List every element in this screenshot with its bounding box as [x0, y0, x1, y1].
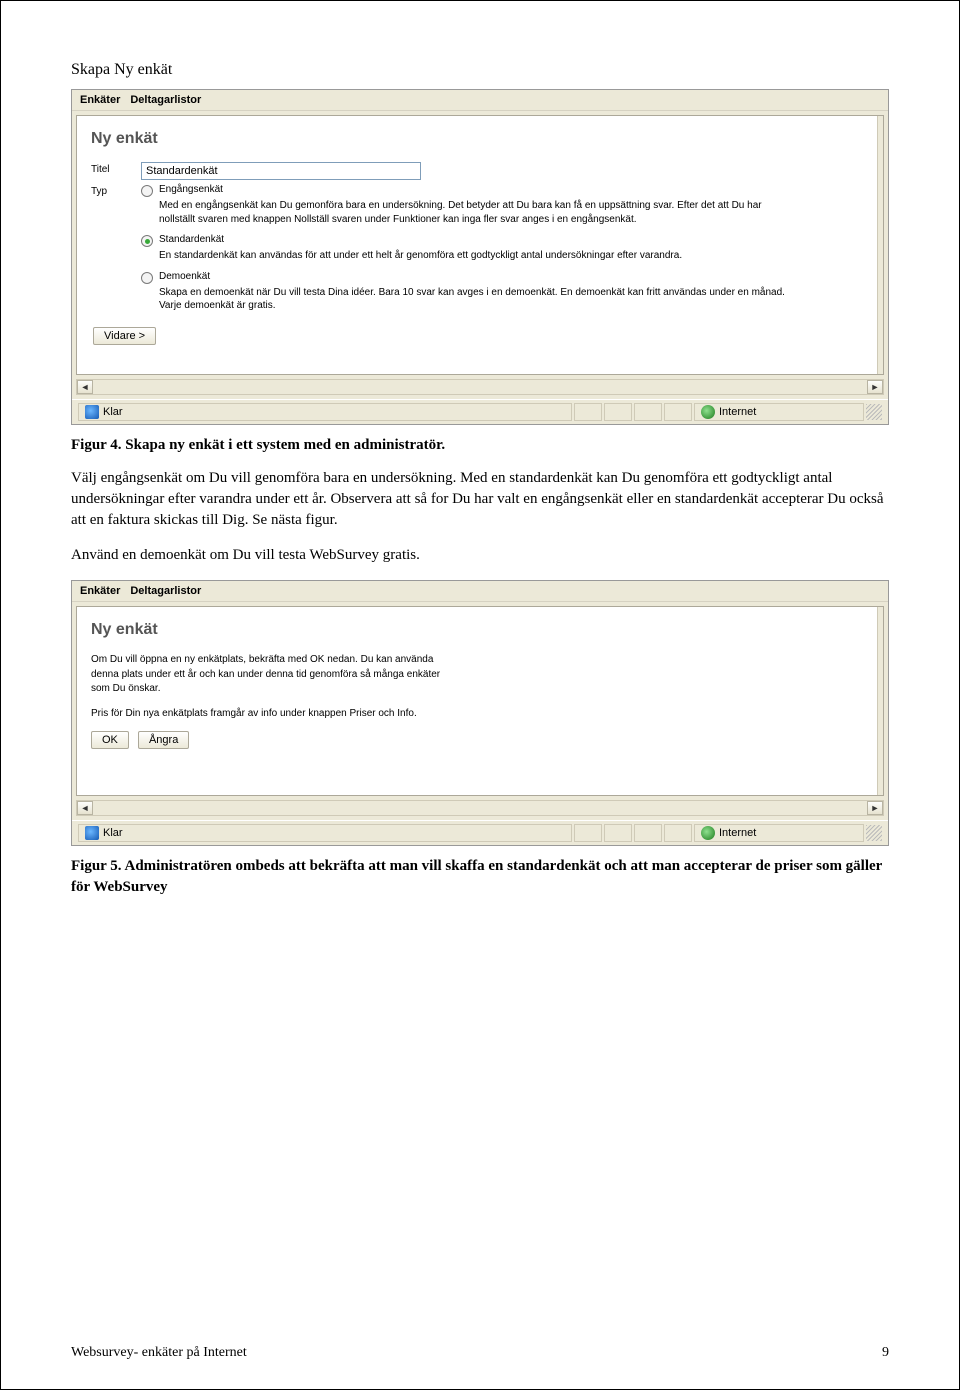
- vidare-button[interactable]: Vidare >: [93, 327, 156, 345]
- scroll-left-icon[interactable]: ◄: [77, 380, 93, 394]
- heading-ny-enkat: Ny enkät: [91, 621, 869, 639]
- radio-icon: [141, 235, 153, 247]
- frame-edge: [877, 607, 883, 795]
- confirm-text-2: Pris för Din nya enkätplats framgår av i…: [91, 707, 461, 722]
- scroll-right-icon[interactable]: ►: [867, 380, 883, 394]
- radio-icon: [141, 185, 153, 197]
- heading-ny-enkat: Ny enkät: [91, 130, 869, 148]
- input-titel[interactable]: [141, 162, 421, 180]
- ok-button[interactable]: OK: [91, 731, 129, 749]
- page-footer: Websurvey- enkäter på Internet 9: [71, 1345, 889, 1361]
- label-titel: Titel: [91, 162, 141, 175]
- screenshot-create-survey: Enkäter Deltagarlistor Ny enkät Titel Ty…: [71, 89, 889, 425]
- desc-standardenkat: En standardenkät kan användas för att un…: [159, 249, 799, 263]
- body-paragraph-2: Använd en demoenkät om Du vill testa Web…: [71, 545, 889, 566]
- resize-grip-icon[interactable]: [866, 825, 882, 841]
- radio-icon: [141, 272, 153, 284]
- status-internet: Internet: [719, 827, 756, 839]
- content-area: Ny enkät Om Du vill öppna en ny enkätpla…: [76, 606, 884, 796]
- internet-zone-icon: [701, 826, 715, 840]
- status-bar: Klar Internet: [72, 399, 888, 424]
- figure5-caption: Figur 5. Administratören ombeds att bekr…: [71, 856, 889, 898]
- menu-enkater[interactable]: Enkäter: [80, 94, 120, 106]
- screenshot-confirm-survey: Enkäter Deltagarlistor Ny enkät Om Du vi…: [71, 580, 889, 846]
- status-internet: Internet: [719, 406, 756, 418]
- ie-page-icon: [85, 826, 99, 840]
- radio-engangsenkat[interactable]: Engångsenkät: [141, 184, 869, 197]
- label-typ: Typ: [91, 184, 141, 197]
- status-bar: Klar Internet: [72, 820, 888, 845]
- footer-page-number: 9: [882, 1345, 889, 1361]
- scroll-right-icon[interactable]: ►: [867, 801, 883, 815]
- menu-deltagarlistor[interactable]: Deltagarlistor: [130, 585, 201, 597]
- menubar: Enkäter Deltagarlistor: [72, 90, 888, 111]
- horizontal-scrollbar[interactable]: ◄ ►: [76, 800, 884, 816]
- horizontal-scrollbar[interactable]: ◄ ►: [76, 379, 884, 395]
- radio-label: Demoenkät: [159, 271, 210, 282]
- confirm-text-1: Om Du vill öppna en ny enkätplats, bekrä…: [91, 653, 461, 697]
- menu-deltagarlistor[interactable]: Deltagarlistor: [130, 94, 201, 106]
- radio-label: Standardenkät: [159, 234, 224, 245]
- radio-demoenkat[interactable]: Demoenkät: [141, 271, 869, 284]
- figure4-caption: Figur 4. Skapa ny enkät i ett system med…: [71, 435, 889, 456]
- radio-standardenkat[interactable]: Standardenkät: [141, 234, 869, 247]
- content-area: Ny enkät Titel Typ Engångsenkät Med en e…: [76, 115, 884, 375]
- desc-engangsenkat: Med en engångsenkät kan Du gemonföra bar…: [159, 199, 799, 226]
- page-title: Skapa Ny enkät: [71, 61, 889, 79]
- scroll-left-icon[interactable]: ◄: [77, 801, 93, 815]
- status-klar: Klar: [103, 406, 123, 418]
- frame-edge: [877, 116, 883, 374]
- angra-button[interactable]: Ångra: [138, 731, 189, 749]
- footer-left: Websurvey- enkäter på Internet: [71, 1345, 247, 1361]
- status-klar: Klar: [103, 827, 123, 839]
- resize-grip-icon[interactable]: [866, 404, 882, 420]
- menubar: Enkäter Deltagarlistor: [72, 581, 888, 602]
- ie-page-icon: [85, 405, 99, 419]
- menu-enkater[interactable]: Enkäter: [80, 585, 120, 597]
- internet-zone-icon: [701, 405, 715, 419]
- radio-label: Engångsenkät: [159, 184, 223, 195]
- body-paragraph-1: Välj engångsenkät om Du vill genomföra b…: [71, 468, 889, 531]
- desc-demoenkat: Skapa en demoenkät när Du vill testa Din…: [159, 286, 799, 313]
